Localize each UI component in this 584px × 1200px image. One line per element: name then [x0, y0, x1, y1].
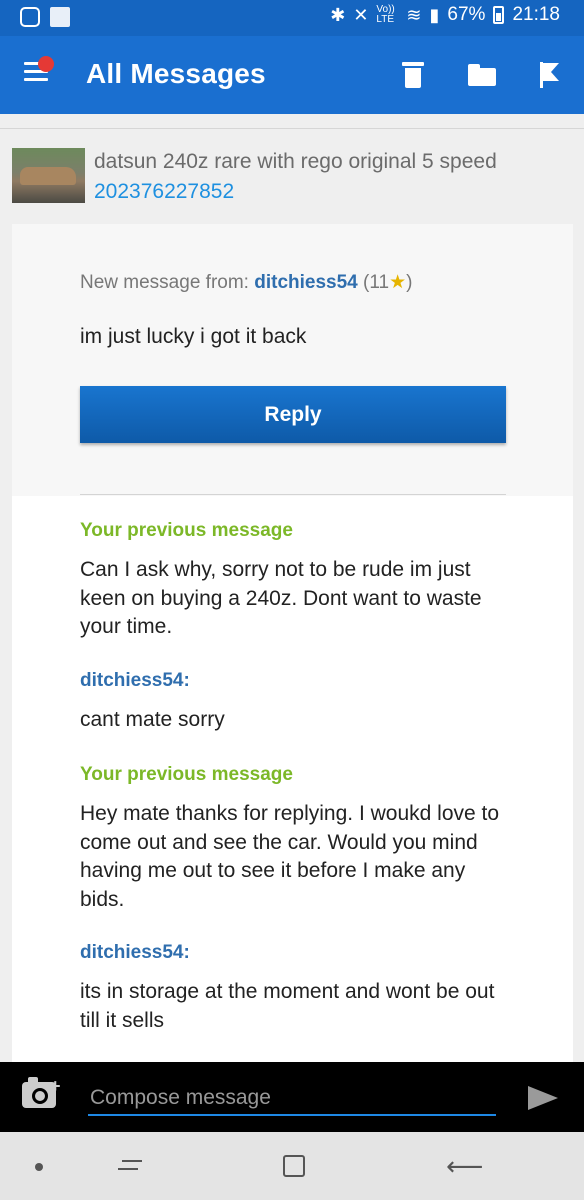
compose-bar: +: [0, 1062, 584, 1132]
feedback-open: (11: [363, 272, 390, 293]
history-label: Your previous message: [80, 520, 293, 541]
instagram-icon: [20, 7, 40, 27]
recents-icon[interactable]: [118, 1154, 142, 1176]
listing-item-id[interactable]: 202376227852: [94, 180, 234, 204]
history-text: cant mate sorry: [80, 708, 225, 731]
history-label: Your previous message: [80, 764, 293, 785]
volte-icon: Vo)) LTE: [376, 4, 395, 25]
history-item: ditchiess54: its in storage at the momen…: [80, 942, 510, 1035]
history-text: its in storage at the moment and wont be…: [80, 980, 495, 1032]
news-icon: [50, 7, 70, 27]
system-nav-bar: ⟵: [0, 1132, 584, 1200]
history-label: ditchiess54:: [80, 942, 190, 963]
from-prefix: New message from:: [80, 272, 249, 293]
reply-button[interactable]: Reply: [80, 386, 506, 443]
message-card: New message from: ditchiess54 (11★) im j…: [12, 224, 573, 496]
compose-input[interactable]: [88, 1082, 496, 1116]
message-body: im just lucky i got it back: [80, 325, 307, 348]
bluetooth-icon: ✱: [330, 4, 346, 25]
status-bar: ✱ ✕ Vo)) LTE ≋ ▮ 67% 21:18: [0, 0, 584, 36]
trash-icon[interactable]: [398, 60, 428, 90]
history-text: Hey mate thanks for replying. I woukd lo…: [80, 802, 500, 911]
listing-header[interactable]: datsun 240z rare with rego original 5 sp…: [0, 128, 584, 220]
divider: [80, 494, 506, 495]
history-item: Your previous message Can I ask why, sor…: [80, 520, 510, 642]
history-text: Can I ask why, sorry not to be rude im j…: [80, 558, 482, 638]
history-label: ditchiess54:: [80, 670, 190, 691]
flag-icon[interactable]: [536, 60, 566, 90]
app-bar: All Messages: [0, 36, 584, 114]
star-icon: ★: [389, 272, 407, 293]
wifi-icon: ≋: [406, 4, 422, 25]
camera-plus: +: [50, 1076, 61, 1096]
page-title: All Messages: [86, 58, 266, 89]
folder-icon[interactable]: [466, 60, 496, 90]
notification-dot: [38, 56, 54, 72]
message-from-line: New message from: ditchiess54 (11★): [80, 271, 412, 294]
listing-title: datsun 240z rare with rego original 5 sp…: [94, 150, 497, 173]
mute-icon: ✕: [353, 4, 369, 25]
car-image: [20, 167, 76, 185]
history-item: ditchiess54: cant mate sorry: [80, 670, 510, 735]
sender-username[interactable]: ditchiess54: [254, 272, 358, 293]
send-icon[interactable]: [528, 1086, 558, 1110]
battery-icon: [493, 6, 505, 24]
signal-icon: ▮: [429, 4, 440, 25]
clock: 21:18: [512, 4, 560, 25]
back-icon[interactable]: ⟵: [446, 1153, 483, 1179]
nav-dot-icon[interactable]: [35, 1163, 43, 1171]
feedback-close: ): [406, 272, 413, 293]
history-item: Your previous message Hey mate thanks fo…: [80, 764, 510, 914]
battery-percent: 67%: [447, 4, 486, 25]
message-history: Your previous message Can I ask why, sor…: [12, 494, 573, 1062]
home-icon[interactable]: [283, 1155, 305, 1177]
